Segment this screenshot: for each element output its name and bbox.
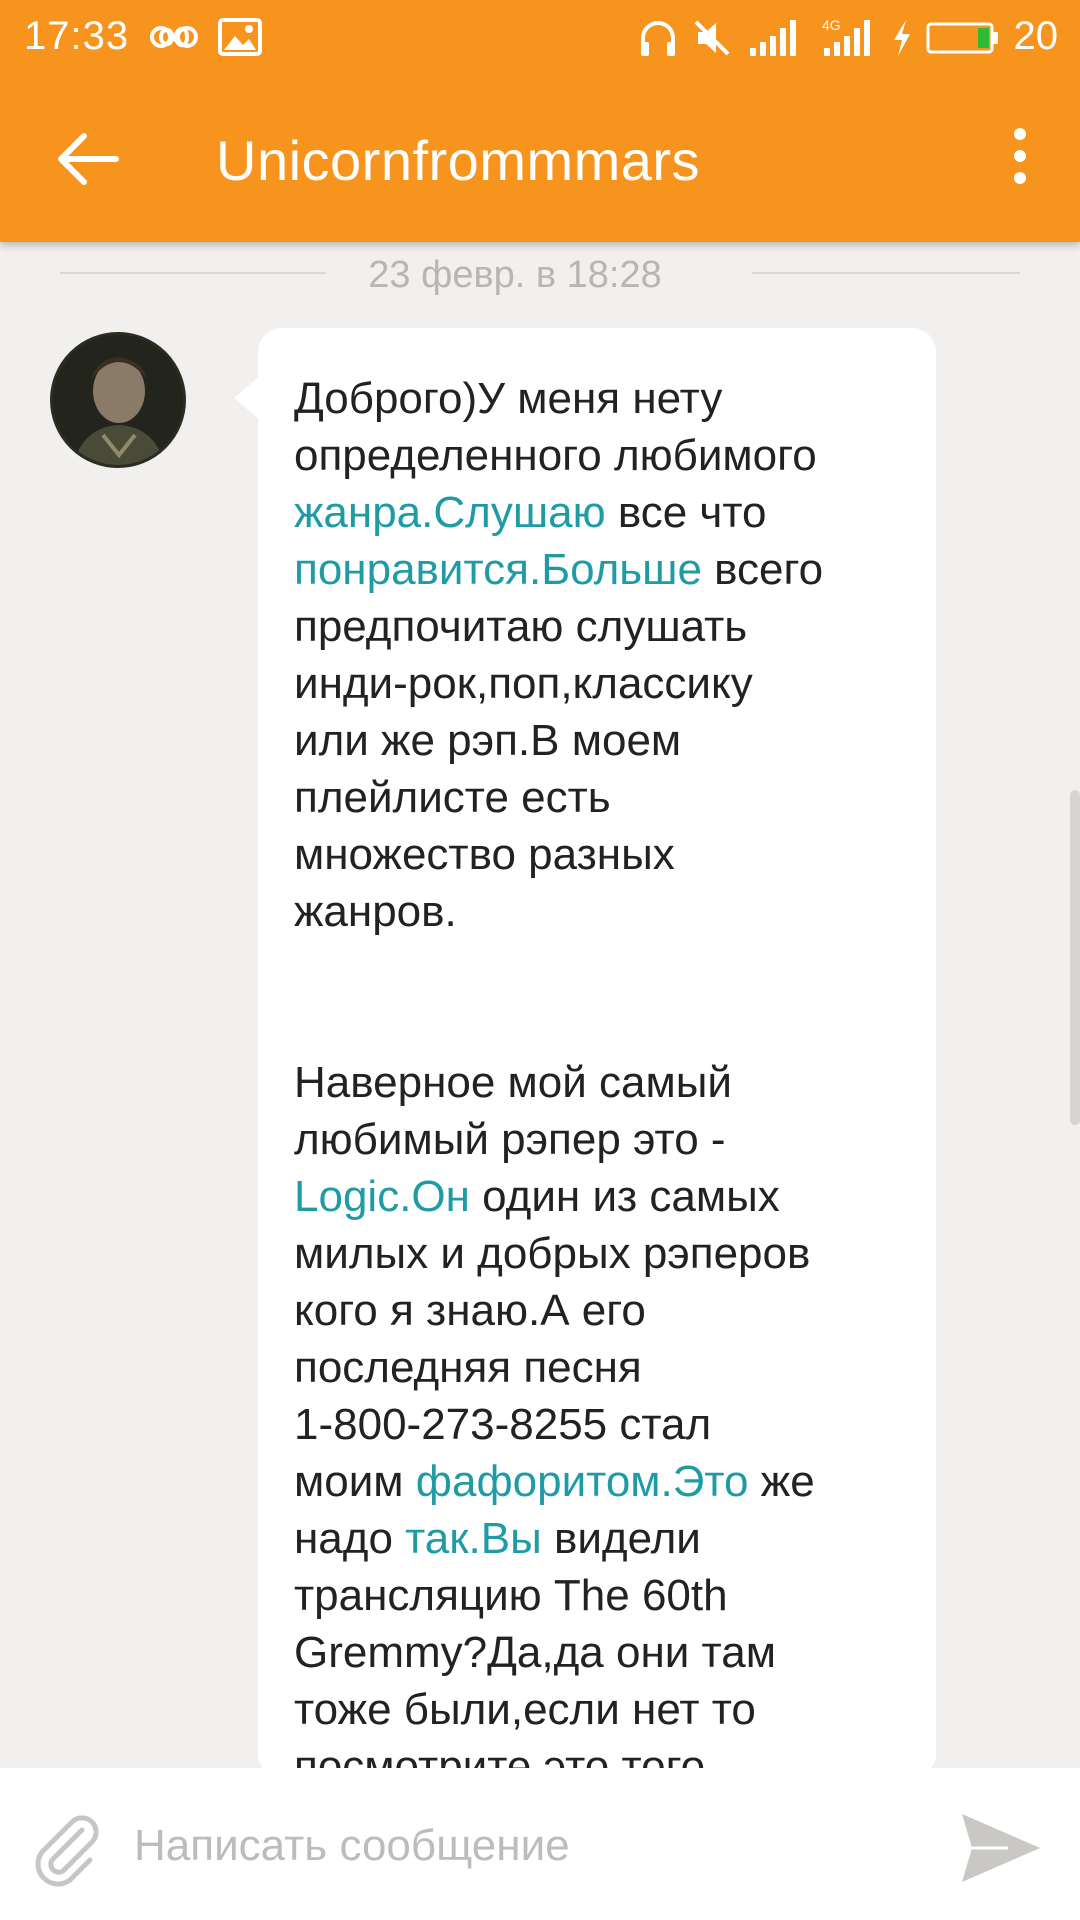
- avatar-photo: [53, 335, 183, 465]
- status-time: 17:33: [24, 14, 130, 58]
- scrollbar[interactable]: [1070, 790, 1080, 1125]
- signal-icon: [750, 20, 796, 56]
- more-options-icon[interactable]: [1000, 118, 1040, 198]
- date-divider-right: [752, 272, 1020, 274]
- date-label: 23 февр. в 18:28: [368, 254, 662, 296]
- headphones-icon: [641, 21, 675, 56]
- avatar[interactable]: [50, 332, 186, 468]
- message-text-part: все что: [617, 488, 767, 537]
- message-input[interactable]: [132, 1810, 936, 1882]
- message-text: Доброго)У меня нету определенного любимо…: [294, 370, 914, 1852]
- bubble-tail: [234, 376, 260, 420]
- message-composer: [0, 1768, 1080, 1920]
- infinity-icon: [150, 26, 198, 48]
- message-link[interactable]: понравится.Больше: [294, 545, 702, 594]
- message-text-part: всего предпочитаю слушать инди-рок,поп,к…: [294, 545, 824, 936]
- status-bar: 17:33 4G 20: [0, 0, 1080, 76]
- mute-icon: [694, 20, 730, 56]
- message-text-part: Доброго)У меня нету определенного любимо…: [294, 374, 817, 480]
- conversation-title[interactable]: Unicornfrommmars: [216, 128, 700, 193]
- message-link[interactable]: фафоритом.Это: [416, 1457, 749, 1506]
- svg-text:4G: 4G: [822, 17, 841, 33]
- paperclip-icon[interactable]: [26, 1808, 106, 1888]
- charging-icon: [894, 20, 910, 56]
- message-link[interactable]: Logic.Он: [294, 1172, 470, 1221]
- message-text-part: один из самых милых и добрых рэперов ког…: [294, 1172, 811, 1506]
- battery-icon: [926, 22, 998, 54]
- message-bubble[interactable]: Доброго)У меня нету определенного любимо…: [258, 328, 936, 1848]
- message-link[interactable]: жанра.Слушаю: [294, 488, 606, 537]
- toolbar: Unicornfrommmars: [0, 76, 1080, 242]
- signal-4g-icon: 4G: [822, 17, 870, 56]
- message-link[interactable]: так.Вы: [405, 1514, 542, 1563]
- back-arrow-icon[interactable]: [52, 124, 122, 194]
- date-separator: 23 февр. в 18:28: [0, 250, 1080, 300]
- image-icon: [218, 18, 262, 56]
- battery-level: 20: [1013, 14, 1059, 58]
- send-icon[interactable]: [958, 1808, 1044, 1888]
- message-text-part: Наверное мой самый любимый рэпер это -: [294, 1058, 732, 1164]
- app-bar: 17:33 4G 20 Unicornfrommmars: [0, 0, 1080, 242]
